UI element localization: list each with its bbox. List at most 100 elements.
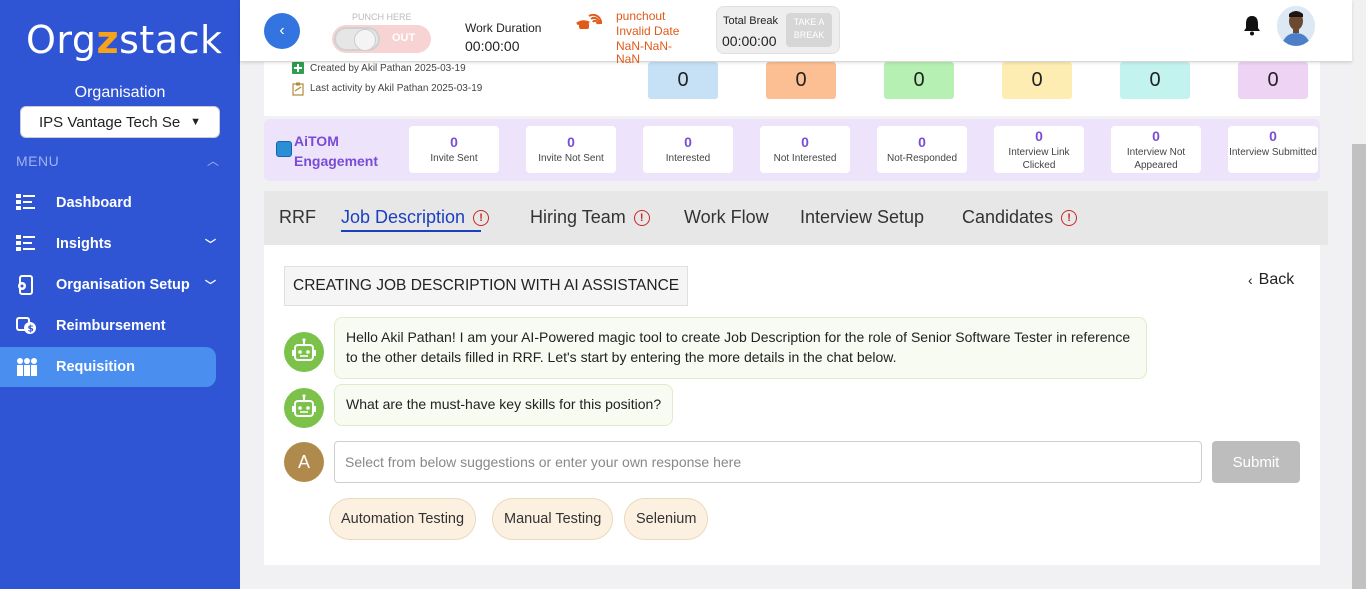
engagement-label: Interview Submitted xyxy=(1229,147,1317,158)
tab-label: Hiring Team xyxy=(530,207,626,227)
back-link[interactable]: ‹ Back xyxy=(1248,271,1294,289)
engagement-value: 0 xyxy=(918,134,926,150)
sidebar: Orgzstack Organisation IPS Vantage Tech … xyxy=(0,0,240,589)
tab-job-description[interactable]: Job Description ! xyxy=(341,207,490,232)
user-avatar[interactable] xyxy=(1277,6,1315,46)
org-setup-icon xyxy=(16,275,38,295)
aitom-logo-icon xyxy=(276,141,292,157)
robot-icon xyxy=(284,332,324,372)
sidebar-item-requisition[interactable]: Requisition xyxy=(0,347,216,387)
engagement-card-invite-not-sent[interactable]: 0 Invite Not Sent xyxy=(526,126,616,173)
aitom-title-line: AiTOM xyxy=(294,133,339,149)
tab-label-text: Job Description xyxy=(341,207,466,227)
chevron-up-icon[interactable]: ︿ xyxy=(207,152,219,169)
robot-icon xyxy=(284,388,324,428)
created-by-text: Created by Akil Pathan 2025-03-19 xyxy=(310,62,466,74)
stat-value: 0 xyxy=(677,69,689,91)
tab-label: RRF xyxy=(279,207,316,227)
top-header: ‹ PUNCH HERE OUT Work Duration 00:00:00 … xyxy=(240,0,1352,65)
tab-hiring-team[interactable]: Hiring Team ! xyxy=(530,207,650,228)
requisition-summary-card: Created by Akil Pathan 2025-03-19 Last a… xyxy=(264,62,1320,116)
toggle-knob xyxy=(334,27,380,51)
suggestion-chip[interactable]: Selenium xyxy=(624,498,709,540)
suggestion-chip[interactable]: Automation Testing xyxy=(329,498,477,540)
sidebar-item-label: Requisition xyxy=(56,359,135,375)
notification-bell-icon[interactable] xyxy=(1242,14,1262,36)
stat-value: 0 xyxy=(1149,69,1161,91)
engagement-card-invite-sent[interactable]: 0 Invite Sent xyxy=(409,126,499,173)
engagement-value: 0 xyxy=(567,134,575,150)
engagement-value: 0 xyxy=(1152,128,1160,144)
engagement-card-interested[interactable]: 0 Interested xyxy=(643,126,733,173)
engagement-card-not-responded[interactable]: 0 Not-Responded xyxy=(877,126,967,173)
bot-message: What are the must-have key skills for th… xyxy=(334,384,674,426)
tab-candidates[interactable]: Candidates ! xyxy=(962,207,1078,228)
organisation-select-value: IPS Vantage Tech Se xyxy=(39,113,181,131)
aitom-title-line: Engagement xyxy=(294,153,379,169)
user-initial-avatar: A xyxy=(284,442,324,482)
plus-square-icon xyxy=(292,62,304,74)
engagement-label: Not-Responded xyxy=(886,153,958,164)
reimbursement-icon: $ xyxy=(16,316,38,336)
tab-label: Job Description xyxy=(341,207,481,232)
punchout-line: Invalid Date xyxy=(616,24,680,38)
tab-label: Candidates xyxy=(962,207,1054,227)
chevron-down-icon: ﹀ xyxy=(205,280,216,292)
engagement-value: 0 xyxy=(450,134,458,150)
engagement-card-interview-not-appeared[interactable]: 0 Interview Not Appeared xyxy=(1111,126,1201,173)
tab-label: Work Flow xyxy=(684,207,769,227)
take-a-break-button[interactable]: TAKE A BREAK xyxy=(786,13,832,47)
tab-interview-setup[interactable]: Interview Setup xyxy=(800,207,924,228)
tab-work-flow[interactable]: Work Flow xyxy=(684,207,769,228)
requisition-tabs: RRF Job Description ! Hiring Team ! Work… xyxy=(264,191,1328,245)
submit-button[interactable]: Submit xyxy=(1212,441,1300,483)
work-duration-label: Work Duration xyxy=(465,21,542,35)
sidebar-item-dashboard[interactable]: Dashboard xyxy=(0,183,216,223)
punch-toggle[interactable]: OUT xyxy=(332,25,431,53)
tab-rrf[interactable]: RRF xyxy=(279,207,316,228)
total-break-value: 00:00:00 xyxy=(722,33,777,49)
sidebar-item-label: Insights xyxy=(56,236,112,252)
punchout-status: punchout Invalid Date NaN-NaN- NaN xyxy=(616,9,686,65)
alert-circle-icon: ! xyxy=(633,209,650,226)
engagement-value: 0 xyxy=(684,134,692,150)
break-panel: Total Break 00:00:00 TAKE A BREAK xyxy=(716,6,840,54)
punch-toggle-text: OUT xyxy=(392,32,416,44)
sidebar-item-reimbursement[interactable]: $ Reimbursement xyxy=(0,306,216,346)
organisation-label: Organisation xyxy=(74,84,166,101)
last-activity-line: Last activity by Akil Pathan 2025-03-19 xyxy=(292,82,482,96)
punchout-line: punchout xyxy=(616,9,666,23)
organisation-select[interactable]: IPS Vantage Tech Se ▼ xyxy=(20,106,220,138)
engagement-card-interview-link-clicked[interactable]: 0 Interview Link Clicked xyxy=(994,126,1084,173)
engagement-value: 0 xyxy=(801,134,809,150)
engagement-label: Not Interested xyxy=(773,153,837,164)
main-content: Created by Akil Pathan 2025-03-19 Last a… xyxy=(240,62,1352,589)
engagement-card-not-interested[interactable]: 0 Not Interested xyxy=(760,126,850,173)
suggestion-chip[interactable]: Manual Testing xyxy=(492,498,614,540)
stat-value: 0 xyxy=(795,69,807,91)
engagement-value: 0 xyxy=(1035,128,1043,144)
sidebar-item-label: Reimbursement xyxy=(56,318,166,334)
bot-message: Hello Akil Pathan! I am your AI-Powered … xyxy=(334,317,1147,379)
engagement-value: 0 xyxy=(1269,128,1277,144)
stat-value: 0 xyxy=(913,69,925,91)
sidebar-item-insights[interactable]: Insights ﹀ xyxy=(0,224,216,264)
chevron-left-icon: ‹ xyxy=(279,22,285,39)
engagement-label: Interview Link Clicked xyxy=(1008,147,1070,171)
sidebar-item-organisation-setup[interactable]: Organisation Setup ﹀ xyxy=(0,265,216,305)
active-tab-underline xyxy=(341,230,481,232)
collapse-sidebar-button[interactable]: ‹ xyxy=(264,13,300,49)
chevron-left-icon: ‹ xyxy=(1248,272,1253,288)
scrollbar-thumb[interactable] xyxy=(1352,144,1366,589)
stat-box: 0 xyxy=(1002,62,1072,99)
aitom-engagement-panel: AiTOM Engagement 0 Invite Sent 0 Invite No… xyxy=(264,119,1320,181)
menu-label: MENU xyxy=(16,153,60,169)
sidebar-item-label: Dashboard xyxy=(56,195,132,211)
chevron-down-icon: ﹀ xyxy=(205,239,216,251)
stat-box: 0 xyxy=(1120,62,1190,99)
orgzstack-logo[interactable]: Orgzstack xyxy=(26,18,223,62)
stat-box: 0 xyxy=(648,62,718,99)
response-input[interactable]: Select from below suggestions or enter y… xyxy=(334,441,1202,483)
engagement-card-interview-submitted[interactable]: 0 Interview Submitted xyxy=(1228,126,1318,173)
alert-circle-icon: ! xyxy=(1061,209,1078,226)
